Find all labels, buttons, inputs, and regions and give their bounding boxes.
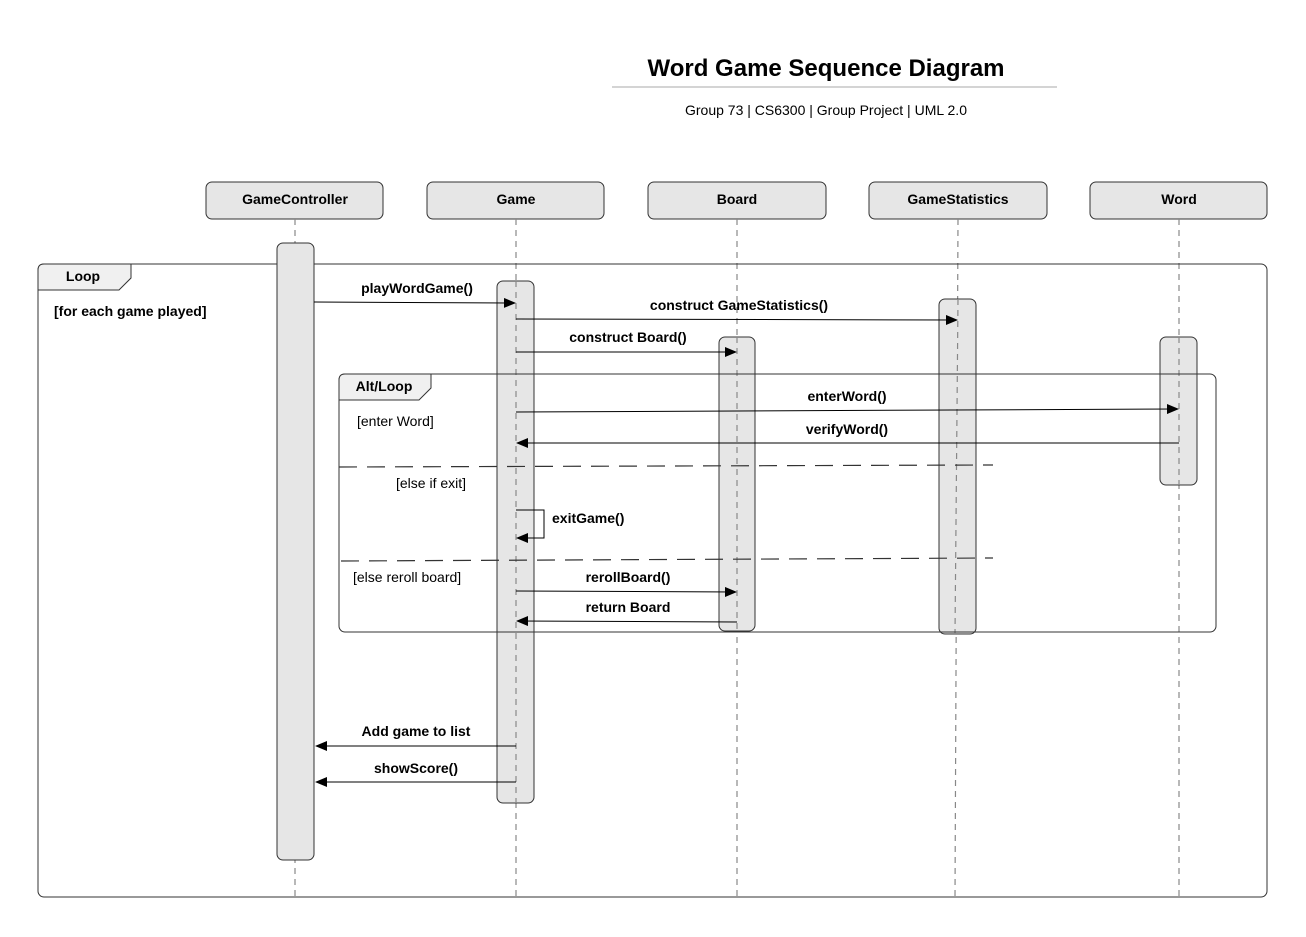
alt-frame: Alt/Loop [enter Word] [else if exit] [el…	[338, 373, 1217, 633]
participant-label: GameStatistics	[907, 191, 1008, 207]
loop-frame-label: Loop	[66, 268, 100, 284]
participant-gamestatistics: GameStatistics	[868, 181, 1048, 220]
alt-guard-else-reroll: [else reroll board]	[353, 569, 461, 585]
message-label: playWordGame()	[361, 280, 473, 296]
message-label: showScore()	[374, 760, 458, 776]
message-label: rerollBoard()	[586, 569, 671, 585]
participant-label: Word	[1161, 191, 1197, 207]
participant-label: GameController	[242, 191, 348, 207]
participant-word: Word	[1089, 181, 1268, 220]
participant-gamecontroller: GameController	[205, 181, 384, 220]
sequence-diagram: Word Game Sequence Diagram Group 73 | CS…	[37, 55, 1268, 899]
alt-separator	[338, 464, 994, 468]
message-label: construct Board()	[569, 329, 686, 345]
participant-label: Game	[497, 191, 536, 207]
participant-board: Board	[647, 181, 827, 220]
message-label: Add game to list	[362, 723, 471, 739]
message-label: return Board	[586, 599, 671, 615]
message-construct-gamestatistics: construct GameStatistics()	[515, 297, 958, 325]
message-return-board: return Board	[516, 599, 738, 627]
activation-gamecontroller	[276, 242, 315, 861]
message-verifyword: verifyWord()	[516, 421, 1179, 448]
message-construct-board: construct Board()	[516, 329, 737, 357]
alt-guard-enter-word: [enter Word]	[357, 413, 434, 429]
message-label: exitGame()	[552, 510, 624, 526]
alt-frame-label: Alt/Loop	[356, 378, 413, 394]
message-enterword: enterWord()	[515, 388, 1179, 415]
alt-separator	[340, 557, 994, 562]
activation-gamestatistics	[938, 298, 977, 635]
diagram-title: Word Game Sequence Diagram	[648, 55, 1005, 82]
participant-label: Board	[717, 191, 757, 207]
message-showscore: showScore()	[315, 760, 516, 787]
message-playwordgame: playWordGame()	[313, 280, 516, 308]
message-label: verifyWord()	[806, 421, 888, 437]
message-add-game-to-list: Add game to list	[315, 723, 516, 751]
loop-guard: [for each game played]	[54, 303, 207, 319]
participant-game: Game	[426, 181, 605, 220]
message-rerollboard: rerollBoard()	[515, 569, 737, 597]
diagram-subtitle: Group 73 | CS6300 | Group Project | UML …	[685, 102, 967, 118]
message-label: construct GameStatistics()	[650, 297, 828, 313]
message-label: enterWord()	[807, 388, 886, 404]
alt-guard-else-if-exit: [else if exit]	[396, 475, 466, 491]
